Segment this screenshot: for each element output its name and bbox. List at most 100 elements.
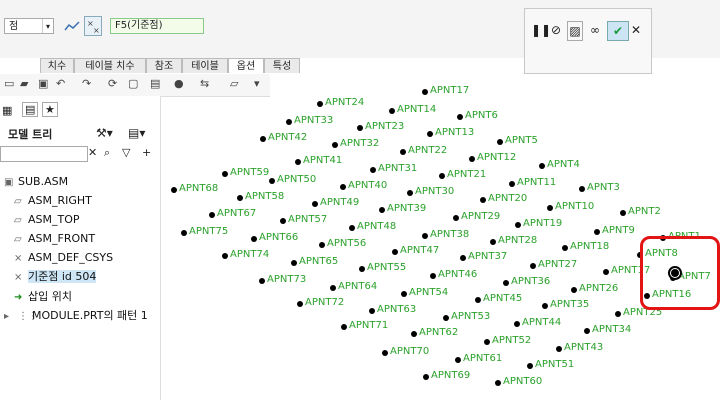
datum-point[interactable] xyxy=(615,311,621,317)
datum-point[interactable] xyxy=(359,266,365,272)
datum-point[interactable] xyxy=(556,346,562,352)
datum-point[interactable] xyxy=(222,171,228,177)
datum-point-label[interactable]: APNT36 xyxy=(511,276,550,287)
datum-point[interactable] xyxy=(280,218,286,224)
datum-point-label[interactable]: APNT19 xyxy=(523,218,562,229)
datum-point-label[interactable]: APNT6 xyxy=(465,110,498,121)
datum-point-label[interactable]: APNT46 xyxy=(438,269,477,280)
datum-point[interactable] xyxy=(527,363,533,369)
tab-references[interactable]: 참조 xyxy=(146,58,182,73)
tab-properties[interactable]: 특성 xyxy=(264,58,300,73)
placement-tool-icon[interactable] xyxy=(64,18,80,34)
datum-point[interactable] xyxy=(259,278,265,284)
tree-item-pattern[interactable]: ▸ ⋮⋮MODULE.PRT의 패턴 1 xyxy=(4,308,148,325)
datum-point[interactable] xyxy=(349,225,355,231)
datum-point[interactable] xyxy=(484,339,490,345)
add-icon[interactable]: + xyxy=(142,146,151,159)
datum-point[interactable] xyxy=(423,374,429,380)
datum-point-label[interactable]: APNT3 xyxy=(587,182,620,193)
new-file-icon[interactable]: ▭ xyxy=(4,77,14,90)
datum-point[interactable] xyxy=(497,139,503,145)
datum-point-label[interactable]: APNT65 xyxy=(299,256,338,267)
datum-point-label[interactable]: APNT74 xyxy=(230,249,269,260)
undo-icon[interactable]: ↶ xyxy=(56,77,65,90)
datum-point[interactable] xyxy=(171,187,177,193)
datum-point-label[interactable]: APNT69 xyxy=(431,370,470,381)
datum-point-label[interactable]: APNT38 xyxy=(430,229,469,240)
datum-point-label[interactable]: APNT43 xyxy=(564,342,603,353)
datum-point[interactable] xyxy=(603,269,609,275)
datum-point[interactable] xyxy=(457,114,463,120)
datum-point[interactable] xyxy=(515,222,521,228)
datum-point[interactable] xyxy=(427,131,433,137)
datum-point[interactable] xyxy=(539,163,545,169)
datum-point[interactable] xyxy=(460,255,466,261)
datum-point-label[interactable]: APNT58 xyxy=(245,191,284,202)
datum-point-label[interactable]: APNT60 xyxy=(503,376,542,387)
regenerate-icon[interactable]: ⟳ xyxy=(108,77,117,90)
tree-item-assembly[interactable]: ▣ SUB.ASM xyxy=(4,174,68,191)
datum-point-label[interactable]: APNT54 xyxy=(409,287,448,298)
datum-point[interactable] xyxy=(584,328,590,334)
tab-options[interactable]: 옵션 xyxy=(228,58,264,73)
expand-icon[interactable]: ▸ xyxy=(4,309,18,325)
tree-item-datum-point[interactable]: ⨯ 기준점 id 504 xyxy=(14,269,97,286)
datum-point[interactable] xyxy=(209,212,215,218)
glasses-icon[interactable]: ∞ xyxy=(585,21,605,39)
datum-point-label[interactable]: APNT29 xyxy=(461,211,500,222)
datum-point-label[interactable]: APNT45 xyxy=(483,293,522,304)
tree-item-asm-front[interactable]: ▱ ASM_FRONT xyxy=(14,231,95,248)
datum-point[interactable] xyxy=(439,173,445,179)
layers-tab-icon[interactable]: ▤ xyxy=(22,102,39,117)
datum-point-label[interactable]: APNT73 xyxy=(267,274,306,285)
datum-point-label[interactable]: APNT34 xyxy=(592,324,631,335)
datum-point-label[interactable]: APNT32 xyxy=(340,138,379,149)
datum-point[interactable] xyxy=(357,125,363,131)
tree-filter-icon[interactable]: ▤▾ xyxy=(128,126,145,140)
datum-point-label[interactable]: APNT48 xyxy=(357,221,396,232)
datum-point-label[interactable]: APNT26 xyxy=(579,283,618,294)
datum-point-label[interactable]: APNT2 xyxy=(628,206,661,217)
datum-point-label[interactable]: APNT41 xyxy=(303,155,342,166)
datum-point-label[interactable]: APNT47 xyxy=(400,245,439,256)
search-icon[interactable]: ⌕ xyxy=(104,146,110,160)
datum-point-label[interactable]: APNT14 xyxy=(397,104,436,115)
datum-point[interactable] xyxy=(514,321,520,327)
datum-point-label[interactable]: APNT27 xyxy=(538,259,577,270)
datum-point-label[interactable]: APNT51 xyxy=(535,359,574,370)
datum-point[interactable] xyxy=(530,263,536,269)
preview-icon[interactable]: ▨ xyxy=(567,21,583,41)
open-file-icon[interactable]: ▰ xyxy=(20,77,28,90)
datum-point[interactable] xyxy=(571,287,577,293)
favorites-tab-icon[interactable]: ★ xyxy=(42,102,58,117)
tab-table-dimensions[interactable]: 테이블 치수 xyxy=(74,58,146,73)
datum-point-label[interactable]: APNT50 xyxy=(277,174,316,185)
tree-tab-icon[interactable]: ▦ xyxy=(2,104,12,117)
datum-point-label[interactable]: APNT61 xyxy=(463,353,502,364)
tree-item-insert-here[interactable]: ➜ 삽입 위치 xyxy=(14,289,72,306)
tree-item-csys[interactable]: ⨯ ASM_DEF_CSYS xyxy=(14,250,113,267)
datum-point-label[interactable]: APNT56 xyxy=(327,238,366,249)
datum-point[interactable] xyxy=(369,308,375,314)
tab-tables[interactable]: 테이블 xyxy=(182,58,228,73)
datum-point-label[interactable]: APNT44 xyxy=(522,317,561,328)
datum-point[interactable] xyxy=(312,201,318,207)
datum-point[interactable] xyxy=(509,181,515,187)
tree-search-input[interactable] xyxy=(0,146,88,162)
filter-icon[interactable]: ▽ xyxy=(122,146,130,159)
datum-point[interactable] xyxy=(291,260,297,266)
datum-point[interactable] xyxy=(237,195,243,201)
datum-point-label[interactable]: APNT64 xyxy=(338,281,377,292)
datum-point-label[interactable]: APNT62 xyxy=(419,327,458,338)
datum-point-label[interactable]: APNT53 xyxy=(451,311,490,322)
datum-point[interactable] xyxy=(562,245,568,251)
datum-point[interactable] xyxy=(330,285,336,291)
datum-point[interactable] xyxy=(469,156,475,162)
datum-point-label[interactable]: APNT57 xyxy=(288,214,327,225)
ok-check-icon[interactable]: ✔ xyxy=(607,21,629,41)
save-icon[interactable]: ▣ xyxy=(38,77,48,90)
datum-point-label[interactable]: APNT67 xyxy=(217,208,256,219)
datum-point[interactable] xyxy=(422,89,428,95)
datum-point[interactable] xyxy=(222,253,228,259)
datum-point[interactable] xyxy=(389,108,395,114)
